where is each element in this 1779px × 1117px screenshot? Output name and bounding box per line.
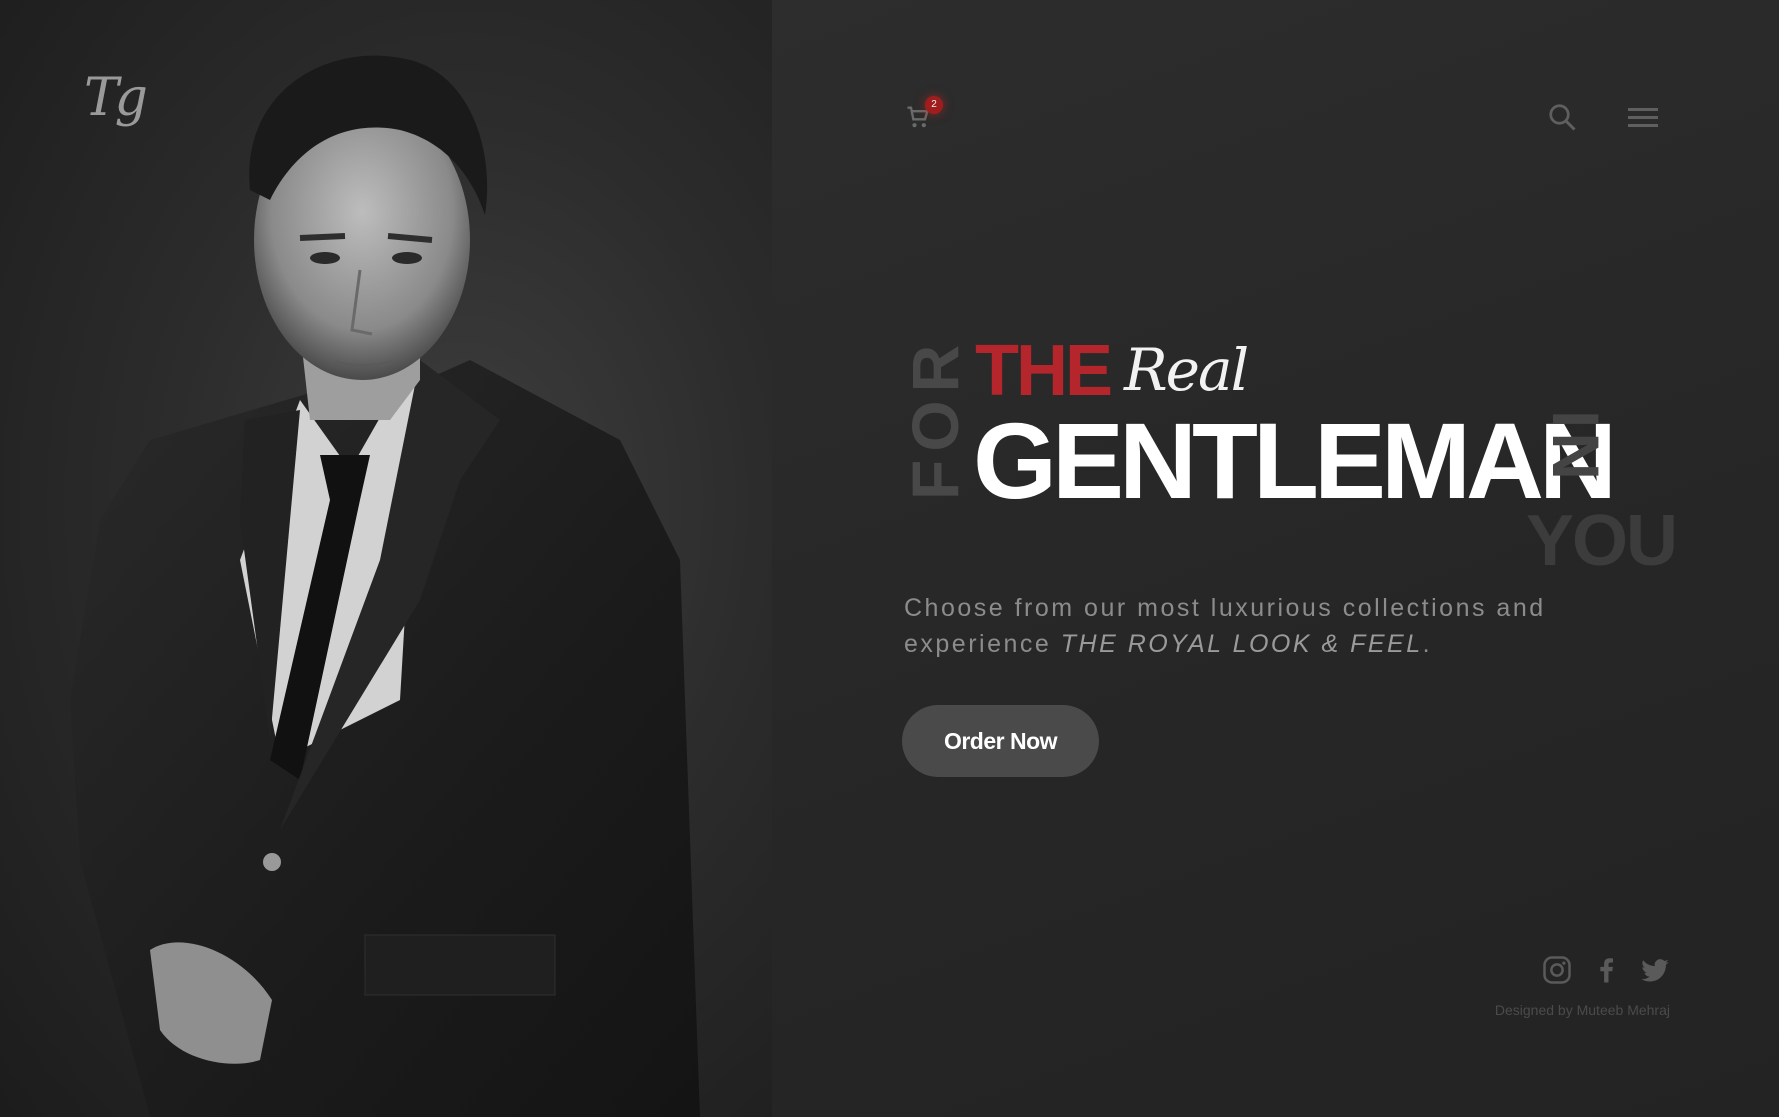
tagline-emphasis: THE ROYAL LOOK & FEEL: [1060, 630, 1423, 658]
order-now-button[interactable]: Order Now: [902, 705, 1099, 777]
headline-real: Real: [1124, 336, 1249, 404]
tagline-period: .: [1422, 630, 1433, 658]
twitter-icon[interactable]: [1640, 955, 1670, 985]
hamburger-menu-icon[interactable]: [1628, 106, 1658, 130]
headline-in: IN: [1539, 410, 1613, 484]
headline-for: FOR: [898, 336, 972, 500]
instagram-icon[interactable]: [1542, 955, 1572, 985]
model-portrait: [70, 55, 700, 1117]
cart-count-badge: 2: [925, 96, 943, 114]
search-icon[interactable]: [1547, 102, 1577, 132]
facebook-icon[interactable]: [1591, 955, 1621, 985]
hero-photo-panel: Tg: [0, 0, 772, 1117]
headline-you: YOU: [1526, 501, 1678, 581]
hero-tagline: Choose from our most luxurious collectio…: [904, 590, 1604, 662]
brand-logo[interactable]: Tg: [84, 68, 148, 128]
headline-gentleman: GENTLEMAN: [973, 400, 1617, 521]
designer-credit: Designed by Muteeb Mehraj: [1494, 1002, 1670, 1018]
